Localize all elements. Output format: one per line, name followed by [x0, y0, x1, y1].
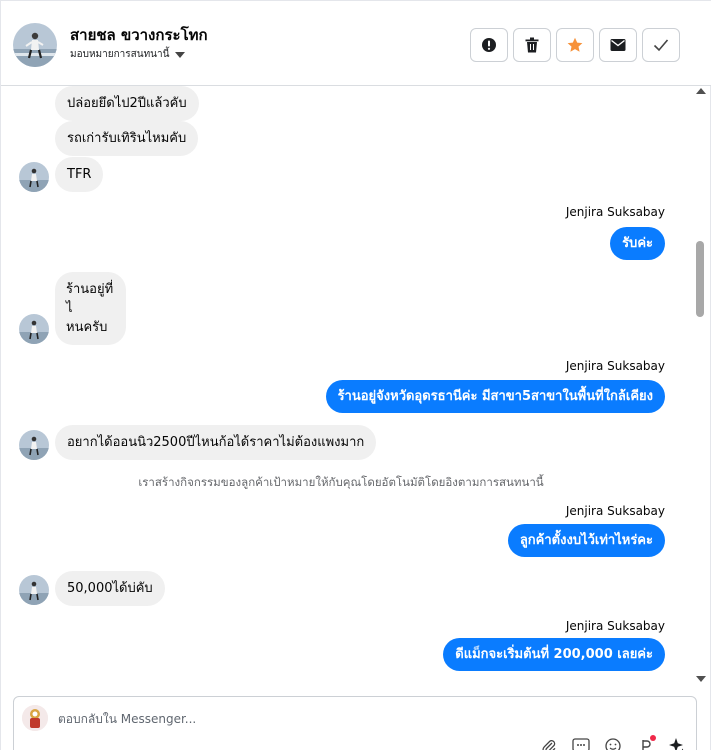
thread-scrollbar[interactable]	[695, 86, 707, 686]
saved-replies-button[interactable]	[572, 737, 590, 750]
incoming-message: TFR	[55, 157, 104, 192]
outgoing-message: ดีแม็กจะเริ่มต้นที่ 200,000 เลยค่ะ	[443, 638, 665, 671]
emoji-button[interactable]	[604, 737, 622, 750]
sparkle-icon	[669, 738, 684, 750]
saved-replies-icon	[572, 738, 590, 750]
reply-composer	[13, 696, 697, 750]
composer-tools	[540, 735, 686, 750]
contact-avatar-small	[19, 575, 49, 605]
message-sender: Jenjira Suksabay	[565, 359, 665, 373]
outgoing-message: ร้านอยู่จังหวัดอุดรธานีค่ะ มีสาขา5สาขาใน…	[325, 380, 665, 413]
contact-avatar-small	[19, 314, 49, 344]
contact-avatar-small	[19, 162, 49, 192]
contact-avatar[interactable]	[13, 23, 57, 67]
mark-spam-button[interactable]	[470, 28, 508, 62]
reply-input[interactable]	[58, 709, 618, 729]
attach-button[interactable]	[540, 737, 558, 750]
contact-name[interactable]: สายชล ขวางกระโทก	[70, 23, 208, 47]
scroll-up-arrow-icon[interactable]	[696, 88, 706, 94]
assign-label: มอบหมายการสนทนานี้	[70, 49, 170, 60]
notification-dot	[650, 735, 656, 741]
incoming-message-multiline: ร้านอยู่ที่ ไ หนครับ	[55, 272, 126, 345]
alert-icon	[482, 38, 496, 52]
message-thread[interactable]: ปล่อยยึดไป2ปีแล้วคับ รถเก่ารับเทิรินไหมค…	[1, 86, 695, 688]
delete-button[interactable]	[513, 28, 551, 62]
conversation-actions	[470, 28, 680, 62]
conversation-header: สายชล ขวางกระโทก มอบหมายการสนทนานี้	[1, 0, 711, 86]
paperclip-icon	[542, 740, 556, 750]
trash-icon	[525, 37, 539, 53]
messenger-conversation-panel: สายชล ขวางกระโทก มอบหมายการสนทนานี้ ปล่อ…	[0, 0, 711, 750]
check-icon	[653, 39, 669, 52]
incoming-message: รถเก่ารับเทิรินไหมคับ	[55, 121, 199, 156]
message-line: หนครับ	[66, 320, 108, 335]
outgoing-message: รับค่ะ	[610, 227, 665, 260]
message-sender: Jenjira Suksabay	[565, 619, 665, 633]
star-icon	[567, 37, 583, 52]
mark-unread-button[interactable]	[599, 28, 637, 62]
emoji-icon	[605, 738, 621, 750]
contact-avatar-small	[19, 430, 49, 460]
message-line: ร้านอยู่ที่	[66, 282, 114, 297]
mark-done-button[interactable]	[642, 28, 680, 62]
incoming-message: ปล่อยยึดไป2ปีแล้วคับ	[55, 86, 199, 121]
chevron-down-icon	[175, 51, 186, 58]
message-sender: Jenjira Suksabay	[565, 205, 665, 219]
assign-conversation-dropdown[interactable]: มอบหมายการสนทนานี้	[70, 47, 186, 62]
message-sender: Jenjira Suksabay	[565, 504, 665, 518]
scrollbar-thumb[interactable]	[696, 241, 704, 317]
payment-button[interactable]	[636, 735, 656, 750]
ai-assist-button[interactable]	[668, 737, 686, 750]
incoming-message: 50,000ได้บ่คับ	[55, 571, 165, 606]
incoming-message: อยากได้ออนนิว2500ปีไหนก้อได้ราคาไม่ต้องแ…	[55, 425, 377, 460]
page-avatar	[22, 705, 48, 731]
message-line: ไ	[66, 301, 73, 316]
scroll-down-arrow-icon[interactable]	[696, 676, 706, 682]
outgoing-message: ลูกค้าตั้งงบไว้เท่าไหร่คะ	[507, 524, 665, 557]
system-activity-note: เราสร้างกิจกรรมของลูกค้าเป้าหมายให้กับคุ…	[138, 475, 544, 489]
star-button[interactable]	[556, 28, 594, 62]
envelope-icon	[610, 39, 626, 51]
